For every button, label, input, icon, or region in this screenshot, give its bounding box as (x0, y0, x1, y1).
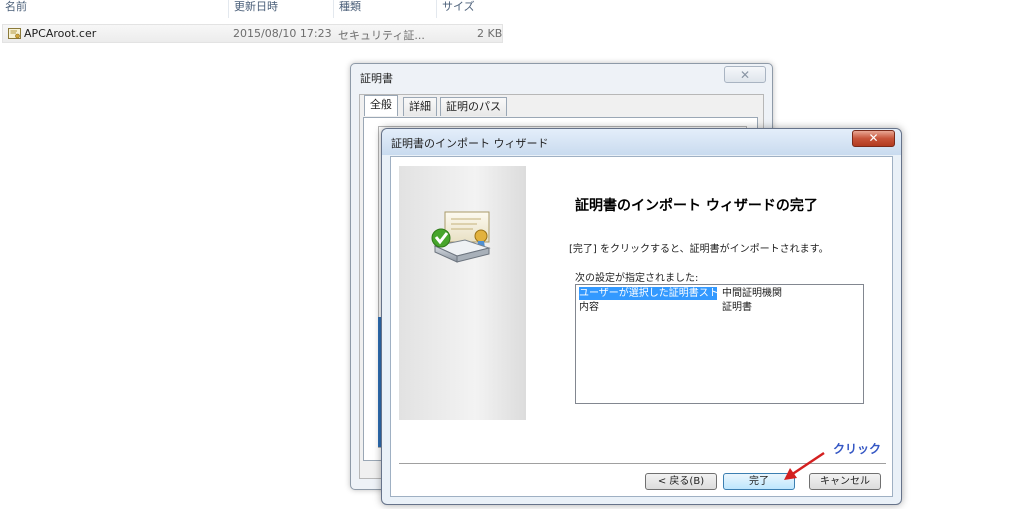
wizard-titlebar[interactable]: 証明書のインポート ウィザード ✕ (382, 129, 901, 155)
click-annotation-label: クリック (833, 442, 882, 456)
certificate-import-icon (431, 211, 491, 263)
file-row[interactable]: APCAroot.cer 2015/08/10 17:23 セキュリティ証...… (2, 24, 503, 43)
settings-key: 内容 (579, 302, 599, 313)
column-type[interactable]: 種類 (333, 0, 436, 18)
wizard-client-area: 証明書のインポート ウィザードの完了 [完了] をクリックすると、証明書がインポ… (390, 156, 893, 497)
column-size[interactable]: サイズ (436, 0, 505, 18)
wizard-close-button[interactable]: ✕ (852, 130, 895, 147)
wizard-heading: 証明書のインポート ウィザードの完了 (575, 198, 818, 214)
wizard-title: 証明書のインポート ウィザード (391, 137, 549, 150)
column-modified[interactable]: 更新日時 (228, 0, 333, 18)
certificate-dialog-title: 証明書 (360, 72, 393, 85)
settings-list-label: 次の設定が指定されました: (575, 273, 699, 284)
file-size: 2 KB (477, 27, 503, 40)
certificate-file-icon (8, 28, 21, 39)
tab-certification-path[interactable]: 証明のパス (440, 97, 507, 116)
file-type: セキュリティ証... (338, 29, 425, 42)
tab-general[interactable]: 全般 (364, 95, 398, 116)
wizard-side-panel (399, 166, 526, 420)
file-list-header: 名前 更新日時 種類 サイズ (0, 0, 505, 18)
file-name: APCAroot.cer (24, 27, 97, 40)
red-arrow-icon (784, 451, 825, 480)
file-modified: 2015/08/10 17:23 (233, 27, 332, 40)
back-button[interactable]: < 戻る(B) (645, 473, 717, 490)
settings-value: 証明書 (722, 302, 752, 313)
certificate-dialog-close-button[interactable]: ✕ (724, 66, 766, 83)
column-name[interactable]: 名前 (0, 0, 228, 18)
tab-details[interactable]: 詳細 (403, 97, 437, 116)
settings-list[interactable]: ユーザーが選択した証明書ストア 中間証明機関 内容 証明書 (575, 284, 864, 404)
wizard-description: [完了] をクリックすると、証明書がインポートされます。 (569, 244, 829, 255)
settings-value: 中間証明機関 (722, 288, 782, 299)
settings-key: ユーザーが選択した証明書ストア (579, 287, 729, 300)
